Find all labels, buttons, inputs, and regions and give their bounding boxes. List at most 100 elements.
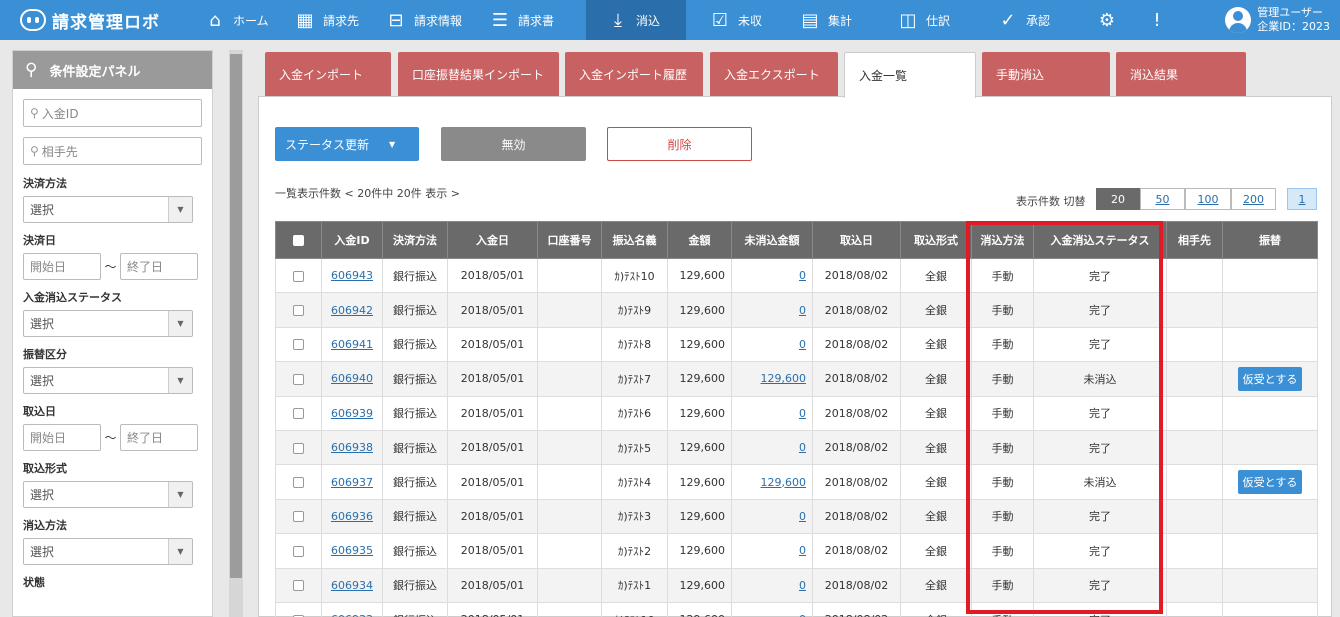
row-checkbox[interactable]	[275, 464, 322, 500]
import-date-start[interactable]: 開始日	[23, 424, 101, 451]
payment-id-link[interactable]: 606939	[331, 407, 373, 420]
page-size-200[interactable]: 200	[1231, 188, 1276, 210]
payment-id[interactable]: 606938	[321, 429, 383, 466]
unreconciled-amount-link[interactable]: 129,600	[761, 476, 807, 489]
tab-reconcile-result[interactable]: 消込結果	[1116, 52, 1246, 97]
payment-id-link[interactable]: 606938	[331, 441, 373, 454]
row-checkbox[interactable]	[275, 257, 322, 294]
status-update-button[interactable]: ステータス更新 ▼	[275, 127, 419, 161]
import-date-end[interactable]: 終了日	[120, 424, 198, 451]
reconcile-method-select[interactable]: 選択 ▼	[23, 538, 193, 565]
tab-manual-reconcile[interactable]: 手動消込	[982, 52, 1110, 97]
nav-aggregate[interactable]: ▤ 集計	[786, 0, 886, 40]
unreconciled-amount-link[interactable]: 0	[799, 579, 806, 592]
row-checkbox[interactable]	[275, 567, 322, 603]
unreconciled-amount[interactable]: 129,600	[731, 464, 813, 500]
payment-id-link[interactable]: 606941	[331, 338, 373, 351]
suspense-transfer-button[interactable]: 仮受とする	[1237, 470, 1303, 495]
payment-id[interactable]: 606941	[321, 326, 383, 363]
payment-id[interactable]: 606939	[321, 395, 383, 431]
nav-receivable[interactable]: ☑ 未収	[686, 0, 786, 40]
unreconciled-amount-link[interactable]: 0	[799, 304, 806, 317]
payment-id-link[interactable]: 606937	[331, 476, 373, 489]
scrollbar-thumb[interactable]	[230, 54, 242, 578]
partner-input[interactable]: ⚲ 相手先	[23, 137, 202, 165]
unreconciled-amount[interactable]: 0	[731, 326, 813, 363]
unreconciled-amount[interactable]: 0	[731, 429, 813, 466]
row-checkbox[interactable]	[275, 601, 322, 617]
tab-import-history[interactable]: 入金インポート履歴	[565, 52, 703, 97]
disable-button[interactable]: 無効	[441, 127, 586, 161]
unreconciled-amount-link[interactable]: 0	[799, 613, 806, 617]
unreconciled-amount-link[interactable]: 0	[799, 407, 806, 420]
sidebar-scrollbar[interactable]	[229, 50, 243, 617]
unreconciled-amount[interactable]: 129,600	[731, 361, 813, 397]
page-size-100[interactable]: 100	[1185, 188, 1231, 210]
payment-id-link[interactable]: 606935	[331, 544, 373, 557]
unreconciled-amount[interactable]: 0	[731, 533, 813, 569]
row-checkbox[interactable]	[275, 498, 322, 535]
row-checkbox[interactable]	[275, 429, 322, 466]
nav-reconcile[interactable]: ⤓ 消込	[586, 0, 686, 40]
page-size-50[interactable]: 50	[1140, 188, 1185, 210]
payment-id-link[interactable]: 606936	[331, 510, 373, 523]
unreconciled-amount-link[interactable]: 0	[799, 510, 806, 523]
unreconciled-amount[interactable]: 0	[731, 395, 813, 431]
unreconciled-amount-link[interactable]: 0	[799, 338, 806, 351]
tab-payment-list[interactable]: 入金一覧	[844, 52, 976, 98]
import-format-select[interactable]: 選択 ▼	[23, 481, 193, 508]
transfer-select[interactable]: 選択 ▼	[23, 367, 193, 394]
payment-id-input[interactable]: ⚲ 入金ID	[23, 99, 202, 127]
nav-home[interactable]: ⌂ ホーム	[188, 0, 278, 40]
condition-panel-header[interactable]: ⚲ 条件設定パネル	[13, 51, 212, 89]
row-checkbox[interactable]	[275, 292, 322, 328]
unreconciled-amount[interactable]: 0	[731, 567, 813, 603]
payment-id-link[interactable]: 606942	[331, 304, 373, 317]
unreconciled-amount[interactable]: 0	[731, 292, 813, 328]
unreconciled-amount[interactable]: 0	[731, 498, 813, 535]
tab-payment-export[interactable]: 入金エクスポート	[710, 52, 838, 97]
nav-billing-destination[interactable]: ▦ 請求先	[278, 0, 370, 40]
payment-id[interactable]: 606936	[321, 498, 383, 535]
payment-id[interactable]: 606935	[321, 533, 383, 569]
app-logo[interactable]: 請求管理ロボ	[0, 8, 188, 33]
tab-transfer-result-import[interactable]: 口座振替結果インポート	[398, 52, 559, 97]
nav-billing-info[interactable]: ⊟ 請求情報	[370, 0, 476, 40]
unreconciled-amount[interactable]: 0	[731, 601, 813, 617]
unreconciled-amount-link[interactable]: 129,600	[761, 372, 807, 385]
payment-id[interactable]: 606940	[321, 361, 383, 397]
payment-method-select[interactable]: 選択 ▼	[23, 196, 193, 223]
payment-id[interactable]: 606943	[321, 257, 383, 294]
payment-id[interactable]: 606934	[321, 567, 383, 603]
payment-id-link[interactable]: 606940	[331, 372, 373, 385]
row-checkbox[interactable]	[275, 533, 322, 569]
payment-id[interactable]: 606937	[321, 464, 383, 500]
settings-button[interactable]: ⚙	[1086, 0, 1136, 40]
delete-button[interactable]: 削除	[607, 127, 752, 161]
notification-button[interactable]: !	[1136, 0, 1186, 40]
nav-invoice[interactable]: ☰ 請求書	[476, 0, 586, 40]
payment-id[interactable]: 606933	[321, 601, 383, 617]
nav-approval[interactable]: ✓ 承認	[986, 0, 1086, 40]
row-checkbox[interactable]	[275, 395, 322, 431]
row-checkbox[interactable]	[275, 326, 322, 363]
unreconciled-amount-link[interactable]: 0	[799, 544, 806, 557]
user-menu[interactable]: 管理ユーザー 企業ID：2023	[1225, 6, 1340, 34]
payment-id-link[interactable]: 606934	[331, 579, 373, 592]
payment-id[interactable]: 606942	[321, 292, 383, 328]
suspense-transfer-button[interactable]: 仮受とする	[1237, 366, 1303, 391]
payment-date-end[interactable]: 終了日	[120, 253, 198, 280]
page-1[interactable]: 1	[1287, 188, 1317, 210]
unreconciled-amount[interactable]: 0	[731, 257, 813, 294]
unreconciled-amount-link[interactable]: 0	[799, 269, 806, 282]
payment-date-start[interactable]: 開始日	[23, 253, 101, 280]
nav-journal[interactable]: ◫ 仕訳	[886, 0, 986, 40]
select-all-checkbox[interactable]	[275, 221, 322, 259]
tab-payment-import[interactable]: 入金インポート	[265, 52, 391, 97]
page-size-20[interactable]: 20	[1096, 188, 1140, 210]
payment-id-link[interactable]: 606943	[331, 269, 373, 282]
reconcile-status-select[interactable]: 選択 ▼	[23, 310, 193, 337]
row-checkbox[interactable]	[275, 361, 322, 397]
unreconciled-amount-link[interactable]: 0	[799, 441, 806, 454]
payment-id-link[interactable]: 606933	[331, 613, 373, 617]
